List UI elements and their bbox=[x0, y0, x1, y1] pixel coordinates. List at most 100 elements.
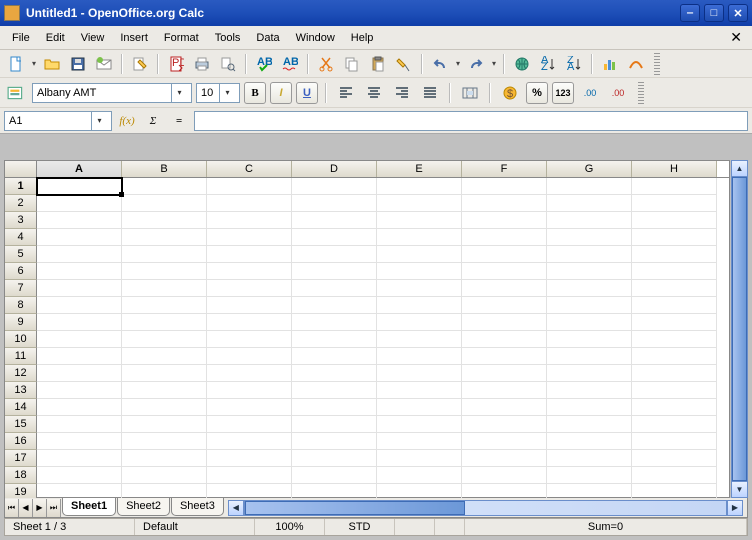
cell[interactable] bbox=[377, 297, 462, 314]
cell[interactable] bbox=[547, 314, 632, 331]
cell[interactable] bbox=[462, 450, 547, 467]
align-justify-icon[interactable] bbox=[418, 81, 442, 105]
cell[interactable] bbox=[37, 416, 122, 433]
cell[interactable] bbox=[377, 195, 462, 212]
cell[interactable] bbox=[377, 246, 462, 263]
font-size-combo[interactable]: 10 bbox=[196, 83, 240, 103]
paste-icon[interactable] bbox=[366, 52, 390, 76]
cell[interactable] bbox=[377, 433, 462, 450]
cell[interactable] bbox=[377, 416, 462, 433]
cell[interactable] bbox=[122, 416, 207, 433]
select-all-corner[interactable] bbox=[5, 161, 37, 177]
cell[interactable] bbox=[207, 263, 292, 280]
row-header[interactable]: 16 bbox=[5, 433, 37, 450]
name-box-dropdown-icon[interactable] bbox=[91, 112, 107, 130]
cell[interactable] bbox=[37, 467, 122, 484]
scroll-thumb[interactable] bbox=[732, 177, 747, 481]
new-doc-dropdown[interactable] bbox=[30, 59, 38, 68]
percent-button[interactable]: % bbox=[526, 82, 548, 104]
cell[interactable] bbox=[547, 297, 632, 314]
row-header[interactable]: 14 bbox=[5, 399, 37, 416]
cell[interactable] bbox=[122, 246, 207, 263]
cell[interactable] bbox=[547, 263, 632, 280]
cell[interactable] bbox=[122, 365, 207, 382]
scroll-up-icon[interactable]: ▲ bbox=[731, 160, 748, 177]
tab-nav-last-icon[interactable]: ⏭ bbox=[47, 499, 61, 517]
cell[interactable] bbox=[377, 212, 462, 229]
cell[interactable] bbox=[462, 467, 547, 484]
cell[interactable] bbox=[632, 365, 717, 382]
cell[interactable] bbox=[292, 348, 377, 365]
row-header[interactable]: 17 bbox=[5, 450, 37, 467]
cell[interactable] bbox=[207, 331, 292, 348]
sort-desc-icon[interactable]: ZA bbox=[562, 52, 586, 76]
cell[interactable] bbox=[122, 348, 207, 365]
cell[interactable] bbox=[632, 178, 717, 195]
cell[interactable] bbox=[462, 280, 547, 297]
cell[interactable] bbox=[632, 229, 717, 246]
cell[interactable] bbox=[547, 178, 632, 195]
cell[interactable] bbox=[122, 280, 207, 297]
cell[interactable] bbox=[632, 195, 717, 212]
cell[interactable] bbox=[292, 178, 377, 195]
cell[interactable] bbox=[207, 433, 292, 450]
cell[interactable] bbox=[122, 178, 207, 195]
cell[interactable] bbox=[547, 229, 632, 246]
row-header[interactable]: 7 bbox=[5, 280, 37, 297]
cell[interactable] bbox=[207, 195, 292, 212]
new-doc-icon[interactable] bbox=[4, 52, 28, 76]
name-box[interactable]: A1 bbox=[4, 111, 112, 131]
cell[interactable] bbox=[462, 246, 547, 263]
cell[interactable] bbox=[207, 467, 292, 484]
hyperlink-icon[interactable] bbox=[510, 52, 534, 76]
status-zoom[interactable]: 100% bbox=[255, 519, 325, 535]
row-header[interactable]: 15 bbox=[5, 416, 37, 433]
cell[interactable] bbox=[292, 314, 377, 331]
underline-button[interactable]: U bbox=[296, 82, 318, 104]
cell[interactable] bbox=[547, 246, 632, 263]
scroll-thumb[interactable] bbox=[245, 501, 465, 515]
cell[interactable] bbox=[632, 399, 717, 416]
cell[interactable] bbox=[547, 382, 632, 399]
cell[interactable] bbox=[37, 365, 122, 382]
cell[interactable] bbox=[377, 382, 462, 399]
cell[interactable] bbox=[547, 433, 632, 450]
cell[interactable] bbox=[207, 365, 292, 382]
status-sum[interactable]: Sum=0 bbox=[465, 519, 747, 535]
cell[interactable] bbox=[122, 433, 207, 450]
cell[interactable] bbox=[462, 399, 547, 416]
cell[interactable] bbox=[292, 246, 377, 263]
cell[interactable] bbox=[122, 399, 207, 416]
scroll-track[interactable] bbox=[731, 177, 748, 481]
cell[interactable] bbox=[632, 212, 717, 229]
cell[interactable] bbox=[37, 297, 122, 314]
cell[interactable] bbox=[292, 297, 377, 314]
cell[interactable] bbox=[292, 416, 377, 433]
cell[interactable] bbox=[377, 280, 462, 297]
column-header[interactable]: G bbox=[547, 161, 632, 177]
cell[interactable] bbox=[462, 433, 547, 450]
cell[interactable] bbox=[377, 178, 462, 195]
cell[interactable] bbox=[547, 399, 632, 416]
cell[interactable] bbox=[207, 178, 292, 195]
row-header[interactable]: 8 bbox=[5, 297, 37, 314]
cell[interactable] bbox=[37, 314, 122, 331]
cell[interactable] bbox=[37, 280, 122, 297]
cell[interactable] bbox=[207, 246, 292, 263]
cell[interactable] bbox=[37, 246, 122, 263]
cell[interactable] bbox=[292, 331, 377, 348]
cell[interactable] bbox=[37, 399, 122, 416]
cut-icon[interactable] bbox=[314, 52, 338, 76]
styles-icon[interactable] bbox=[4, 81, 28, 105]
row-header[interactable]: 2 bbox=[5, 195, 37, 212]
open-icon[interactable] bbox=[40, 52, 64, 76]
cell[interactable] bbox=[547, 331, 632, 348]
formula-input[interactable] bbox=[194, 111, 748, 131]
cell[interactable] bbox=[122, 331, 207, 348]
close-button[interactable]: ✕ bbox=[728, 4, 748, 22]
cell[interactable] bbox=[292, 195, 377, 212]
cell[interactable] bbox=[632, 416, 717, 433]
menu-window[interactable]: Window bbox=[288, 29, 343, 47]
cell[interactable] bbox=[207, 416, 292, 433]
cell[interactable] bbox=[632, 382, 717, 399]
